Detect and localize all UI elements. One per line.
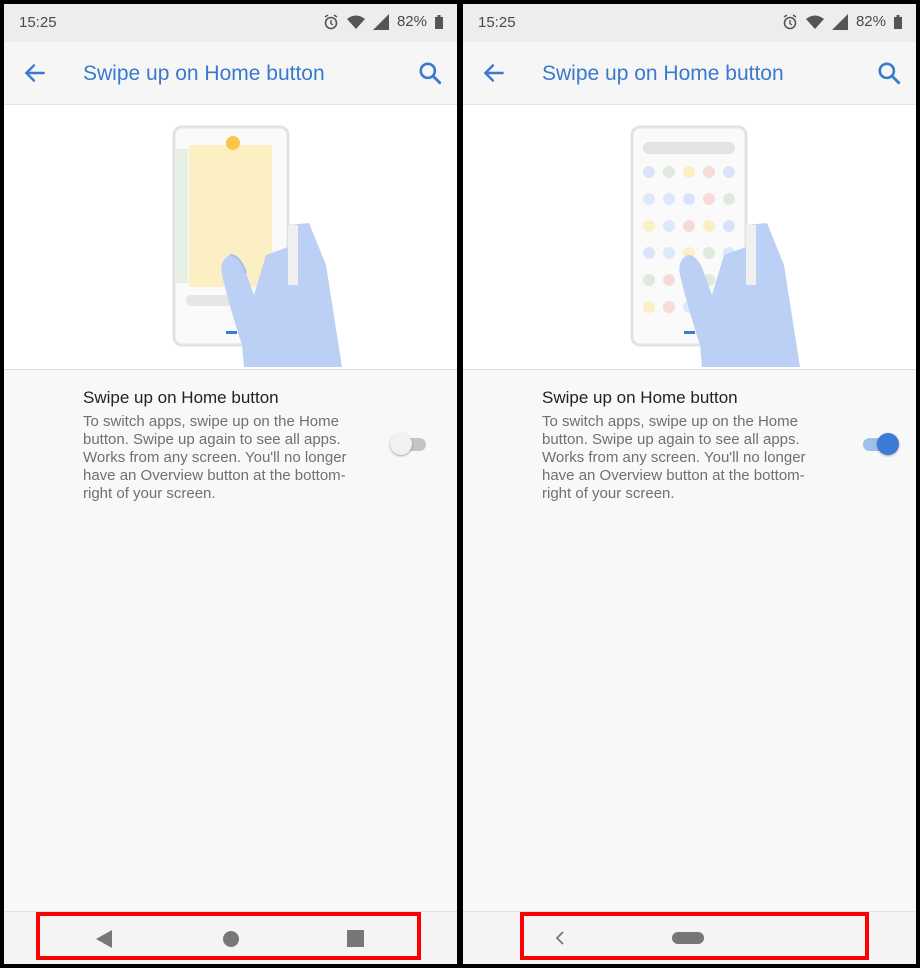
swipe-up-toggle-on[interactable] — [859, 432, 899, 456]
alarm-icon — [783, 13, 797, 29]
phone-illustration — [630, 125, 800, 367]
app-dot — [703, 193, 715, 205]
app-dot — [643, 301, 655, 313]
app-dot — [723, 193, 735, 205]
status-time: 15:25 — [19, 14, 57, 31]
screen-before: 15:25 82% Swipe up on Home button Swipe … — [4, 4, 457, 964]
app-dot — [723, 220, 735, 232]
search-icon[interactable] — [417, 60, 443, 86]
app-bar: Swipe up on Home button — [463, 42, 916, 105]
arrow-back-icon[interactable] — [22, 60, 48, 86]
app-dot — [643, 193, 655, 205]
app-dot — [683, 220, 695, 232]
app-dot — [683, 166, 695, 178]
setting-title: Swipe up on Home button — [83, 388, 279, 407]
signal-icon — [831, 13, 848, 30]
phone-illustration — [172, 125, 342, 367]
app-dot — [663, 193, 675, 205]
app-bar: Swipe up on Home button — [4, 42, 457, 105]
status-bar: 15:25 82% — [463, 4, 916, 42]
gesture-illustration — [463, 105, 916, 370]
page-title: Swipe up on Home button — [83, 62, 325, 85]
alarm-icon — [324, 13, 338, 29]
status-bar: 15:25 82% — [4, 4, 457, 42]
app-dot — [643, 166, 655, 178]
search-icon[interactable] — [876, 60, 902, 86]
app-dot — [663, 247, 675, 259]
app-dot — [643, 247, 655, 259]
setting-description: To switch apps, swipe up on the Home but… — [83, 413, 347, 502]
app-dot — [663, 220, 675, 232]
toggle-thumb — [390, 433, 412, 455]
app-dot — [703, 166, 715, 178]
battery-icon — [435, 14, 443, 29]
battery-percent: 82% — [855, 13, 886, 30]
swipe-up-toggle-off[interactable] — [390, 432, 430, 456]
app-dot — [723, 166, 735, 178]
navbar-highlight-box — [520, 912, 869, 960]
page-title: Swipe up on Home button — [542, 62, 784, 85]
app-dot — [663, 301, 675, 313]
battery-icon — [894, 14, 902, 29]
screen-after: 15:25 82% Swipe up on Home button Swipe … — [463, 4, 916, 964]
battery-percent: 82% — [396, 13, 427, 30]
app-dot — [663, 274, 675, 286]
arrow-back-icon[interactable] — [481, 60, 507, 86]
navbar-highlight-box — [36, 912, 421, 960]
status-time: 15:25 — [478, 14, 516, 31]
app-dot — [663, 166, 675, 178]
app-dot — [643, 274, 655, 286]
wifi-icon — [346, 15, 365, 29]
app-dot — [643, 220, 655, 232]
signal-icon — [372, 13, 389, 30]
toggle-thumb — [877, 433, 899, 455]
setting-title: Swipe up on Home button — [542, 388, 738, 407]
app-dot — [683, 193, 695, 205]
app-dot — [703, 247, 715, 259]
setting-item[interactable]: Swipe up on Home button To switch apps, … — [83, 388, 363, 503]
gesture-illustration — [4, 105, 457, 370]
setting-description: To switch apps, swipe up on the Home but… — [542, 413, 806, 502]
setting-item[interactable]: Swipe up on Home button To switch apps, … — [542, 388, 822, 503]
app-dot — [703, 220, 715, 232]
wifi-icon — [805, 15, 824, 29]
